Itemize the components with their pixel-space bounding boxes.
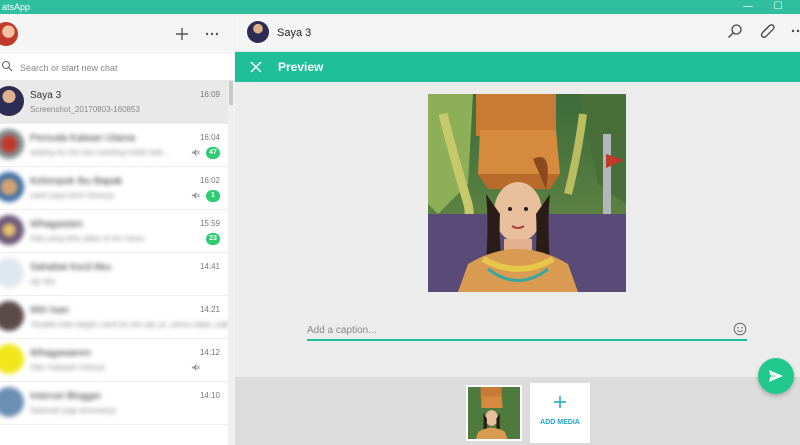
chat-avatar	[0, 215, 24, 245]
chat-avatar	[0, 301, 24, 331]
my-avatar[interactable]	[0, 22, 18, 46]
unread-badge: 1	[206, 190, 220, 202]
chat-name: Kelompok Ibu Bapak	[30, 176, 123, 187]
sidebar-header	[0, 14, 234, 54]
caption-field	[307, 319, 747, 341]
chat-last-message: nanti saya kirim fotonya	[30, 191, 115, 200]
more-icon	[791, 29, 800, 33]
chat-last-message: Screenshot_20170803-160853	[30, 105, 140, 114]
title-bar: atsApp — ☐	[0, 0, 800, 14]
chat-list-item[interactable]: Wiri Isan Yaudah kalo begitu nanti ke sin…	[0, 296, 228, 339]
plus-icon	[176, 28, 188, 40]
conversation-pane: Saya 3 Preview Add a caption... ADD MEDI…	[235, 14, 800, 445]
minimize-button[interactable]: —	[736, 0, 760, 14]
emoji-icon[interactable]	[733, 322, 747, 336]
search-input[interactable]	[20, 58, 225, 77]
chat-time: 15:59	[199, 219, 220, 228]
chat-avatar	[0, 172, 24, 202]
attach-button[interactable]	[757, 23, 777, 43]
media-tray: ADD MEDIA	[235, 377, 800, 445]
chat-last-message: sip oke	[30, 277, 56, 286]
media-thumbnail[interactable]	[466, 385, 522, 441]
send-button[interactable]	[758, 358, 794, 394]
search-icon	[1, 60, 13, 72]
chat-name: Saya 3	[30, 90, 62, 101]
chat-avatar	[0, 387, 24, 417]
search-bar	[0, 54, 234, 81]
chat-avatar	[0, 129, 24, 159]
chat-list-item[interactable]: Sahabat Kecil Aku sip oke 14:41	[0, 253, 228, 296]
chat-list-item[interactable]: Internet Blogger Selamat pagi semuanya 14:…	[0, 382, 228, 425]
search-icon	[728, 24, 742, 38]
search-chat-button[interactable]	[725, 23, 745, 43]
chat-list-item[interactable]: Whagasiamm Oke makasih infonya 14:12	[0, 339, 228, 382]
chat-name: Wiri Isan	[30, 305, 69, 316]
chat-name: Internet Blogger	[30, 391, 102, 402]
plus-icon	[554, 396, 566, 408]
paperclip-icon	[760, 24, 775, 38]
chat-list: Saya 3 Screenshot_20170803-160853 16:09 Pem…	[0, 81, 228, 445]
mute-icon	[191, 148, 200, 157]
caption-input[interactable]	[307, 321, 717, 339]
window-title: atsApp	[2, 2, 31, 12]
close-icon[interactable]	[247, 58, 265, 76]
chat-last-message: Ada yang tahu jalan ini ke mana	[30, 234, 144, 243]
chat-time: 16:04	[199, 133, 220, 142]
contact-avatar[interactable]	[247, 21, 269, 43]
chat-last-message: Yaudah kalo begitu nanti ke sini aja ya,…	[30, 320, 228, 329]
chat-last-message: waiting for the last meeting Indah bak..…	[30, 148, 170, 157]
chat-last-message: Selamat pagi semuanya	[30, 406, 116, 415]
preview-title: Preview	[278, 60, 324, 74]
chat-list-scrollbar[interactable]	[228, 81, 234, 445]
maximize-button[interactable]: ☐	[766, 0, 790, 14]
chat-avatar	[0, 258, 24, 288]
chat-last-message: Oke makasih infonya	[30, 363, 105, 372]
mute-icon	[191, 363, 200, 372]
chat-name: Pemuda Kalwan Utama	[30, 133, 136, 144]
more-icon	[205, 32, 219, 36]
chat-avatar	[0, 344, 24, 374]
conversation-header: Saya 3	[235, 14, 800, 52]
chat-name: Sahabat Kecil Aku	[30, 262, 112, 273]
contact-name[interactable]: Saya 3	[277, 27, 311, 39]
preview-bar: Preview	[235, 52, 800, 82]
chat-list-item[interactable]: Pemuda Kalwan Utama waiting for the last …	[0, 124, 228, 167]
media-preview-image	[428, 94, 626, 292]
chat-time: 14:12	[199, 348, 220, 357]
chat-name: Whagasiam	[30, 219, 83, 230]
conversation-menu-button[interactable]	[787, 23, 800, 43]
chat-list-item[interactable]: Whagasiam Ada yang tahu jalan ini ke mana…	[0, 210, 228, 253]
chat-sidebar: Saya 3 Screenshot_20170803-160853 16:09 Pem…	[0, 14, 234, 445]
new-chat-button[interactable]	[170, 22, 194, 46]
chat-list-item[interactable]: Kelompok Ibu Bapak nanti saya kirim foton…	[0, 167, 228, 210]
chat-time: 16:02	[199, 176, 220, 185]
mute-icon	[191, 191, 200, 200]
send-icon	[769, 370, 783, 382]
sidebar-menu-button[interactable]	[200, 22, 224, 46]
chat-name: Whagasiamm	[30, 348, 92, 359]
chat-time: 16:09	[199, 90, 220, 99]
chat-list-item[interactable]: Saya 3 Screenshot_20170803-160853 16:09	[0, 81, 228, 124]
add-media-label: ADD MEDIA	[540, 419, 580, 426]
chat-avatar	[0, 86, 24, 116]
unread-badge: 47	[206, 147, 220, 159]
chat-time: 14:21	[199, 305, 220, 314]
unread-badge: 23	[206, 233, 220, 245]
chat-time: 14:10	[199, 391, 220, 400]
add-media-button[interactable]: ADD MEDIA	[530, 383, 590, 443]
scrollbar-thumb[interactable]	[229, 81, 233, 105]
chat-time: 14:41	[199, 262, 220, 271]
